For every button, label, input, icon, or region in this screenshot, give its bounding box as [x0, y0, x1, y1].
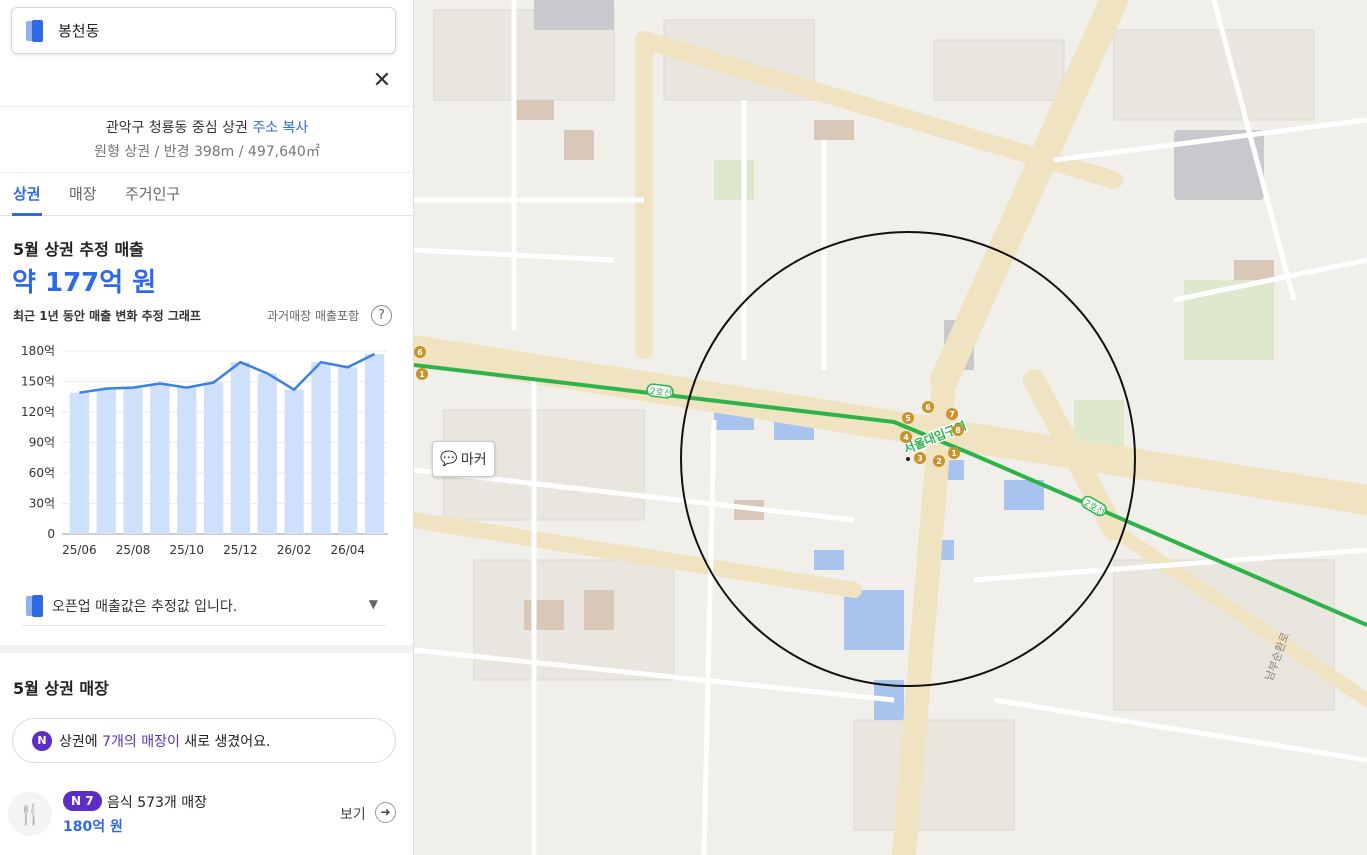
area-title: 관악구 청룡동 중심 상권 — [105, 120, 248, 136]
food-category-amount: 180억 원 — [63, 819, 123, 835]
graph-label: 최근 1년 동안 매출 변화 추정 그래프 — [13, 309, 201, 323]
y-tick-label: 0 — [47, 527, 55, 541]
x-tick-label: 26/04 — [330, 543, 365, 557]
side-panel: 봉천동 ✕ 관악구 청룡동 중심 상권 주소 복사 원형 상권 / 반경 398… — [0, 0, 414, 855]
y-tick-label: 150억 — [21, 375, 55, 389]
new-count-badge: N 7 — [63, 791, 102, 811]
area-title-row: 관악구 청룡동 중심 상권 주소 복사 — [0, 117, 413, 137]
sales-title: 5월 상권 추정 매출 — [13, 240, 144, 259]
chart-bar — [284, 389, 304, 534]
new-stores-banner[interactable]: N 상권에 7개의 매장이 새로 생겼어요. — [12, 718, 396, 763]
tab-residents[interactable]: 주거인구 — [125, 183, 180, 204]
map-view[interactable]: 2호선 2호선 서울대입구역 남부순환로 1 2 3 4 5 6 7 8 6 1 — [414, 0, 1367, 855]
new-stores-count: 7개의 매장이 — [102, 733, 180, 750]
search-value: 봉천동 — [58, 22, 100, 40]
openup-logo-icon — [26, 594, 44, 617]
copy-address-link[interactable]: 주소 복사 — [252, 120, 308, 136]
exit-8[interactable]: 8 — [955, 426, 961, 435]
past-sales-toggle-label[interactable]: 과거매장 매출포함 — [267, 307, 359, 324]
openup-logo-icon — [26, 19, 44, 42]
arrow-right-icon[interactable]: ➜ — [375, 802, 396, 823]
chart-bar — [364, 354, 385, 534]
notice-text: 오픈업 매출값은 추정값 입니다. — [52, 598, 238, 615]
chart-bar — [230, 362, 251, 534]
new-stores-text: 상권에 7개의 매장이 새로 생겼어요. — [59, 731, 271, 751]
divider — [0, 106, 413, 107]
tab-stores[interactable]: 매장 — [69, 183, 97, 204]
store-category-row[interactable]: 🍴 N 7 음식 573개 매장 180억 원 보기 ➜ — [0, 784, 413, 844]
x-tick-label: 25/10 — [169, 543, 204, 557]
sales-value: 약 177억 원 — [12, 268, 157, 298]
help-icon[interactable]: ? — [371, 305, 392, 326]
section-divider — [0, 645, 413, 653]
y-tick-label: 90억 — [29, 436, 55, 450]
chart-bar — [338, 367, 358, 534]
search-box[interactable]: 봉천동 — [11, 7, 396, 54]
x-tick-label: 25/12 — [223, 543, 258, 557]
food-category-label: 음식 573개 매장 — [107, 795, 208, 811]
y-tick-label: 60억 — [29, 466, 55, 480]
x-tick-label: 25/06 — [62, 543, 97, 557]
chart-bar — [150, 383, 170, 534]
speech-bubble-icon: 💬 — [440, 451, 458, 467]
chart-bar — [123, 387, 143, 534]
exit-1[interactable]: 1 — [951, 449, 957, 458]
chart-bar — [311, 362, 331, 534]
new-badge: N — [32, 730, 52, 751]
y-tick-label: 180억 — [21, 344, 55, 358]
view-button[interactable]: 보기 — [340, 804, 366, 824]
chart-bar — [96, 388, 116, 534]
exit-6[interactable]: 6 — [925, 403, 931, 412]
tab-bar: 상권 매장 주거인구 — [0, 172, 413, 216]
exit-5[interactable]: 5 — [905, 414, 911, 423]
close-icon[interactable]: ✕ — [369, 68, 395, 94]
chart-bar — [177, 387, 197, 534]
exit-7[interactable]: 7 — [949, 410, 955, 419]
exit-1-left[interactable]: 1 — [419, 370, 425, 379]
new-stores-prefix: 상권에 — [59, 733, 103, 750]
fork-knife-icon: 🍴 — [8, 792, 52, 836]
exit-2[interactable]: 2 — [936, 457, 942, 466]
exit-6-left[interactable]: 6 — [417, 348, 423, 357]
y-tick-label: 120억 — [21, 405, 55, 419]
chevron-down-icon[interactable]: ▼ — [369, 597, 378, 611]
chart-bar — [69, 392, 90, 534]
chart-bar — [203, 382, 224, 534]
tab-commercial-area[interactable]: 상권 — [13, 183, 41, 204]
chart-bar — [257, 373, 277, 534]
area-shape-info: 원형 상권 / 반경 398m / 497,640㎡ — [94, 144, 320, 160]
sales-chart: 0 30억 60억 90억 120억 150억 180억 25/06 25/08 25/10 25/… — [21, 344, 388, 557]
exit-3[interactable]: 3 — [917, 454, 923, 463]
y-tick-label: 30억 — [29, 497, 55, 511]
map-canvas[interactable]: 2호선 2호선 서울대입구역 남부순환로 1 2 3 4 5 6 7 8 6 1 — [414, 0, 1367, 855]
exit-4[interactable]: 4 — [903, 433, 909, 442]
marker-button[interactable]: 💬 마커 — [432, 441, 495, 477]
x-tick-label: 25/08 — [116, 543, 151, 557]
tab-active-indicator — [12, 213, 42, 216]
new-stores-suffix: 새로 생겼어요. — [179, 733, 271, 750]
estimate-notice[interactable]: 오픈업 매출값은 추정값 입니다. ▼ — [22, 586, 386, 626]
x-tick-label: 26/02 — [277, 543, 312, 557]
stores-title: 5월 상권 매장 — [13, 679, 109, 698]
marker-label: 마커 — [460, 452, 487, 468]
